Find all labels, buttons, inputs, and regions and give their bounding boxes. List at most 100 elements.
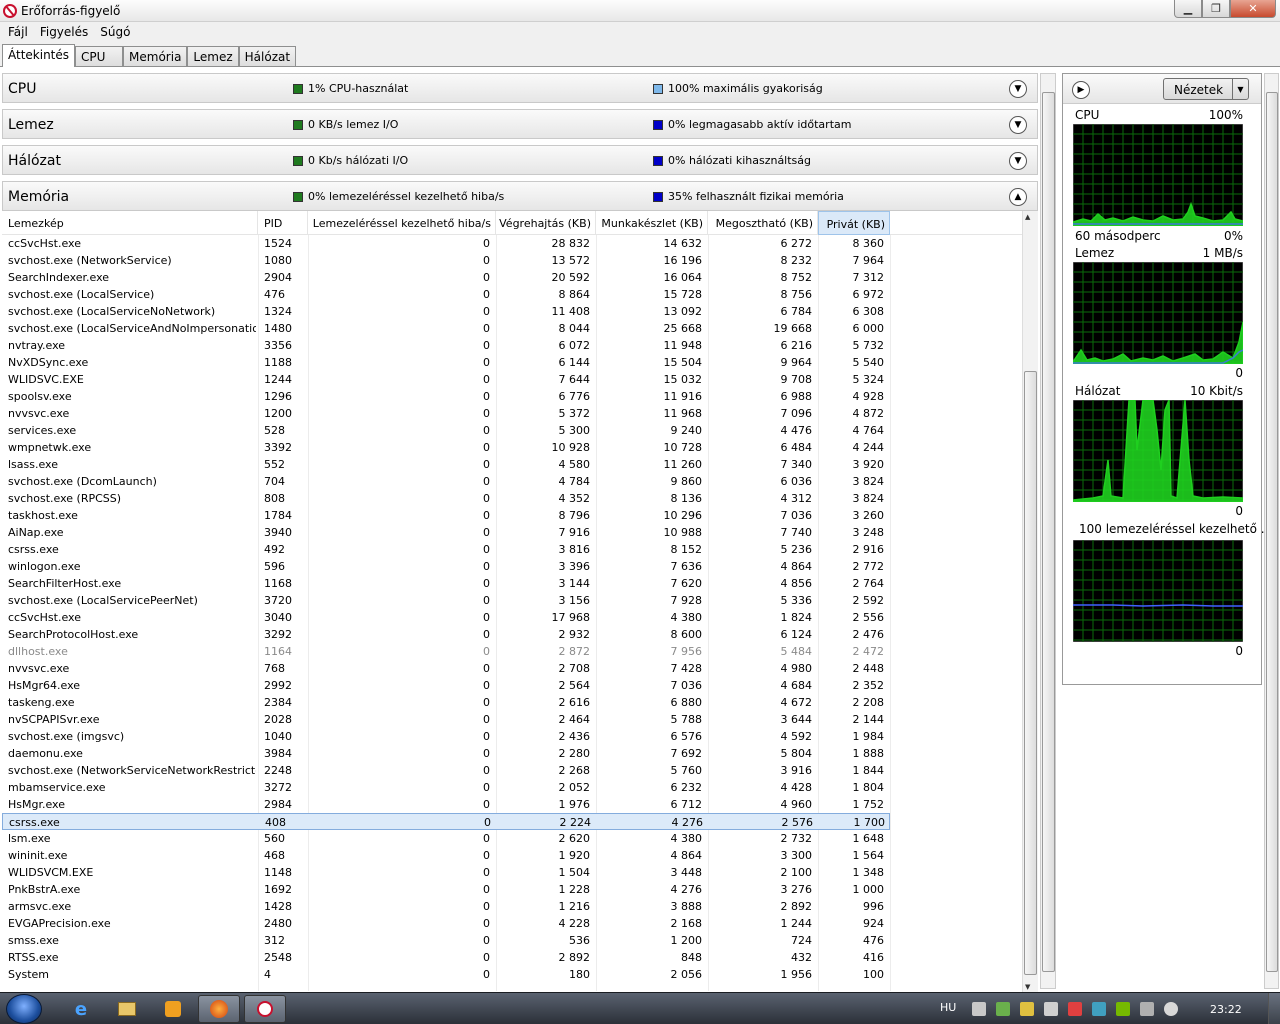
table-scrollbar[interactable]: ▲ ▼ (1022, 211, 1038, 993)
column-header-working-set[interactable]: Munkakészlet (KB) (596, 211, 708, 235)
table-row[interactable]: NvXDSync.exe 1188 0 6 144 15 504 9 964 5 540 (2, 354, 890, 371)
chevron-up-icon[interactable]: ▲ (1009, 188, 1027, 206)
chevron-down-icon[interactable]: ▼ (1009, 80, 1027, 98)
chevron-down-icon[interactable]: ▼ (1009, 152, 1027, 170)
chevron-down-icon[interactable]: ▼ (1009, 116, 1027, 134)
table-row[interactable]: svchost.exe (RPCSS) 808 0 4 352 8 136 4 312 3 … (2, 490, 890, 507)
language-indicator[interactable]: HU (940, 1001, 956, 1014)
taskbar-clock[interactable]: 23:22 (1210, 1003, 1242, 1016)
table-row[interactable]: svchost.exe (imgsvc) 1040 0 2 436 6 576 4 592… (2, 728, 890, 745)
table-row[interactable]: lsm.exe 560 0 2 620 4 380 2 732 1 648 (2, 830, 890, 847)
section-network[interactable]: Hálózat 0 Kb/s hálózati I/O 0% hálózati … (2, 145, 1038, 175)
tray-icon-network-monitor[interactable] (972, 1002, 986, 1016)
table-row[interactable]: SearchIndexer.exe 2904 0 20 592 16 064 8 752 7… (2, 269, 890, 286)
tray-icon-action-center[interactable] (1140, 1002, 1154, 1016)
scroll-thumb[interactable] (1024, 371, 1037, 975)
table-row[interactable]: wmpnetwk.exe 3392 0 10 928 10 728 6 484 4 244 (2, 439, 890, 456)
table-row[interactable]: svchost.exe (LocalService) 476 0 8 864 15 72… (2, 286, 890, 303)
table-row[interactable]: winlogon.exe 596 0 3 396 7 636 4 864 2 772 (2, 558, 890, 575)
sections-scrollbar[interactable] (1040, 73, 1056, 989)
table-row[interactable]: RTSS.exe 2548 0 2 892 848 432 416 (2, 949, 890, 966)
tab-network[interactable]: Hálózat (238, 46, 297, 67)
tab-memory[interactable]: Memória (123, 46, 188, 67)
table-row[interactable]: EVGAPrecision.exe 2480 0 4 228 2 168 1 244 924 (2, 915, 890, 932)
chevron-right-icon[interactable]: ▶ (1072, 81, 1090, 99)
start-button[interactable] (6, 994, 42, 1024)
section-disk[interactable]: Lemez 0 KB/s lemez I/O 0% legmagasabb ak… (2, 109, 1038, 139)
column-header-hard-faults[interactable]: Lemezeléréssel kezelhető hiba/s (308, 211, 496, 235)
show-desktop-button[interactable] (1268, 993, 1280, 1024)
section-memory[interactable]: Memória 0% lemezeléréssel kezelhető hiba… (2, 181, 1038, 211)
table-row[interactable]: SearchFilterHost.exe 1168 0 3 144 7 620 4 856… (2, 575, 890, 592)
table-row[interactable]: svchost.exe (LocalServiceNoNetwork) 1324 0… (2, 303, 890, 320)
scroll-thumb[interactable] (1042, 92, 1055, 972)
table-row[interactable]: spoolsv.exe 1296 0 6 776 11 916 6 988 4 928 (2, 388, 890, 405)
table-row[interactable]: AiNap.exe 3940 0 7 916 10 988 7 740 3 248 (2, 524, 890, 541)
table-row[interactable]: wininit.exe 468 0 1 920 4 864 3 300 1 564 (2, 847, 890, 864)
table-row[interactable]: dllhost.exe 1164 0 2 872 7 956 5 484 2 472 (2, 643, 890, 660)
media-player-icon[interactable] (152, 995, 194, 1023)
tray-icon-nvidia[interactable] (1116, 1002, 1130, 1016)
table-row[interactable]: nvSCPAPISvr.exe 2028 0 2 464 5 788 3 644 2 144 (2, 711, 890, 728)
table-row[interactable]: mbamservice.exe 3272 0 2 052 6 232 4 428 1 804 (2, 779, 890, 796)
tab-cpu[interactable]: CPU (75, 46, 124, 67)
table-row[interactable]: ccSvcHst.exe 3040 0 17 968 4 380 1 824 2 556 (2, 609, 890, 626)
column-header-image[interactable]: Lemezkép (2, 211, 258, 235)
table-row[interactable]: csrss.exe 408 0 2 224 4 276 2 576 1 700 (2, 813, 890, 830)
menu-file[interactable]: Fájl (2, 23, 34, 42)
table-row[interactable]: daemonu.exe 3984 0 2 280 7 692 5 804 1 888 (2, 745, 890, 762)
column-header-pid[interactable]: PID (258, 211, 308, 235)
tab-overview[interactable]: Áttekintés (2, 44, 76, 67)
table-row[interactable]: HsMgr64.exe 2992 0 2 564 7 036 4 684 2 352 (2, 677, 890, 694)
table-row[interactable]: nvvsvc.exe 768 0 2 708 7 428 4 980 2 448 (2, 660, 890, 677)
column-header-commit[interactable]: Végrehajtás (KB) (496, 211, 596, 235)
table-row[interactable]: taskhost.exe 1784 0 8 796 10 296 7 036 3 260 (2, 507, 890, 524)
column-header-shareable[interactable]: Megosztható (KB) (708, 211, 818, 235)
section-cpu[interactable]: CPU 1% CPU-használat 100% maximális gyak… (2, 73, 1038, 103)
table-row[interactable]: taskeng.exe 2384 0 2 616 6 880 4 672 2 208 (2, 694, 890, 711)
maximize-button[interactable]: ❐ (1202, 0, 1230, 18)
table-row[interactable]: csrss.exe 492 0 3 816 8 152 5 236 2 916 (2, 541, 890, 558)
menu-help[interactable]: Súgó (94, 23, 136, 42)
tray-icon-daemon[interactable] (1092, 1002, 1106, 1016)
table-row[interactable]: armsvc.exe 1428 0 1 216 3 888 2 892 996 (2, 898, 890, 915)
tray-icon-security[interactable] (1020, 1002, 1034, 1016)
close-button[interactable]: ✕ (1230, 0, 1276, 18)
table-row[interactable]: smss.exe 312 0 536 1 200 724 476 (2, 932, 890, 949)
table-row[interactable]: services.exe 528 0 5 300 9 240 4 476 4 764 (2, 422, 890, 439)
scroll-up-icon[interactable]: ▲ (1025, 213, 1030, 221)
internet-explorer-icon[interactable]: e (60, 995, 102, 1023)
scroll-down-icon[interactable]: ▼ (1025, 983, 1030, 991)
firefox-icon[interactable] (198, 995, 240, 1023)
scroll-thumb[interactable] (1266, 92, 1278, 972)
table-row[interactable]: svchost.exe (DcomLaunch) 704 0 4 784 9 860 6 … (2, 473, 890, 490)
table-row[interactable]: svchost.exe (NetworkService) 1080 0 13 572 1… (2, 252, 890, 269)
table-row[interactable]: svchost.exe (NetworkServiceNetworkRestri… (2, 762, 890, 779)
title-bar[interactable]: Erőforrás-figyelő ▁ ❐ ✕ (0, 0, 1280, 22)
table-row[interactable]: WLIDSVCM.EXE 1148 0 1 504 3 448 2 100 1 348 (2, 864, 890, 881)
tray-icon-antivirus[interactable] (996, 1002, 1010, 1016)
column-header-private[interactable]: Privát (KB) (818, 211, 890, 235)
tab-disk[interactable]: Lemez (187, 46, 239, 67)
explorer-folder-icon[interactable] (106, 995, 148, 1023)
table-row[interactable]: nvvsvc.exe 1200 0 5 372 11 968 7 096 4 872 (2, 405, 890, 422)
resource-monitor-task-icon[interactable] (244, 995, 286, 1023)
minimize-button[interactable]: ▁ (1174, 0, 1202, 18)
table-row[interactable]: nvtray.exe 3356 0 6 072 11 948 6 216 5 732 (2, 337, 890, 354)
table-row[interactable]: HsMgr.exe 2984 0 1 976 6 712 4 960 1 752 (2, 796, 890, 813)
table-row[interactable]: svchost.exe (LocalServicePeerNet) 3720 0 3 … (2, 592, 890, 609)
table-row[interactable]: WLIDSVC.EXE 1244 0 7 644 15 032 9 708 5 324 (2, 371, 890, 388)
table-row[interactable]: lsass.exe 552 0 4 580 11 260 7 340 3 920 (2, 456, 890, 473)
volume-icon[interactable] (1164, 1002, 1178, 1016)
views-button[interactable]: Nézetek ▼ (1163, 78, 1249, 100)
table-row[interactable]: svchost.exe (LocalServiceAndNoImpersonat… (2, 320, 890, 337)
graph-pane-scrollbar[interactable] (1264, 73, 1279, 989)
tray-icon-device[interactable] (1044, 1002, 1058, 1016)
menu-monitor[interactable]: Figyelés (34, 23, 94, 42)
tray-icon-evga[interactable] (1068, 1002, 1082, 1016)
dropdown-arrow-icon[interactable]: ▼ (1232, 79, 1248, 99)
table-row[interactable]: ccSvcHst.exe 1524 0 28 832 14 632 6 272 8 360 (2, 235, 890, 252)
table-row[interactable]: PnkBstrA.exe 1692 0 1 228 4 276 3 276 1 000 (2, 881, 890, 898)
table-row[interactable]: System 4 0 180 2 056 1 956 100 (2, 966, 890, 983)
table-row[interactable]: SearchProtocolHost.exe 3292 0 2 932 8 600 6 1… (2, 626, 890, 643)
